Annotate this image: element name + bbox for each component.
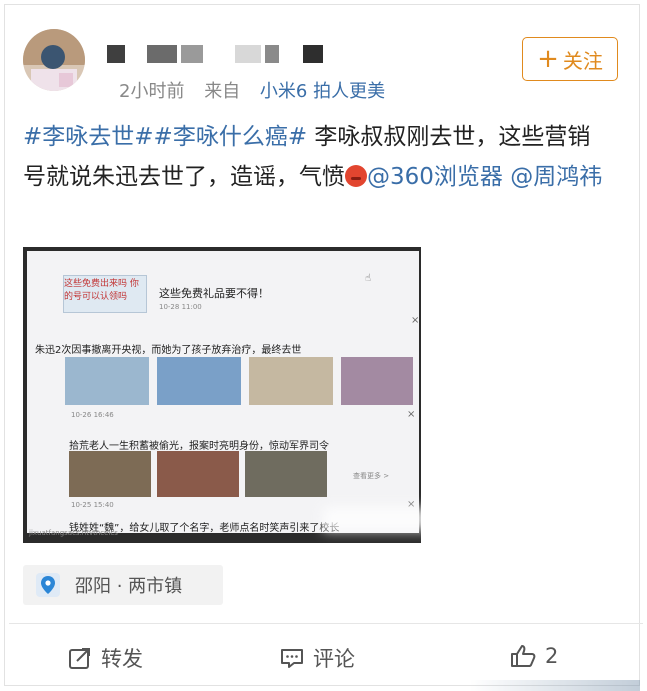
- post-image[interactable]: 这些免费出来吗 你的号可以认领吗 这些免费礼品要不得！ 10-28 11:00 …: [23, 247, 421, 543]
- post-header: 2小时前 来自 小米6 拍人更美 + 关注: [23, 25, 623, 105]
- angry-emoji-icon: [345, 165, 367, 187]
- avatar[interactable]: [23, 29, 85, 91]
- post-text: #李咏去世##李咏什么癌# 李咏叔叔刚去世，这些营销号就说朱迅去世了，造谣，气愤…: [23, 117, 613, 197]
- hashtag-link[interactable]: #李咏去世#: [23, 124, 154, 150]
- like-button[interactable]: 2: [509, 643, 558, 669]
- screen-top-date: 10-28 11:00: [159, 303, 202, 311]
- comment-icon: [281, 649, 303, 668]
- screen-article-date: 10-25 15:40: [71, 501, 114, 509]
- close-icon: ×: [411, 315, 420, 326]
- thumbnail: [249, 357, 333, 405]
- hashtag-link[interactable]: #李咏什么癌#: [154, 124, 308, 150]
- thumbnail: [65, 357, 149, 405]
- screen-article-title: 朱迅2次因事撤离开央视，而她为了孩子放弃治疗，最终去世: [35, 345, 302, 356]
- repost-icon: [69, 648, 90, 669]
- bottom-edge-artifact: [470, 680, 640, 691]
- photographed-screen: 这些免费出来吗 你的号可以认领吗 这些免费礼品要不得！ 10-28 11:00 …: [27, 251, 420, 537]
- action-divider: [9, 623, 643, 624]
- location-pin-icon: [35, 572, 61, 598]
- source-device-link[interactable]: 小米6 拍人更美: [260, 81, 385, 102]
- ad-banner: 这些免费出来吗 你的号可以认领吗: [63, 275, 147, 313]
- post-actions: 转发 评论 2: [9, 635, 643, 683]
- location-tag[interactable]: 邵阳 · 两市镇: [23, 565, 223, 605]
- username-redacted[interactable]: [107, 45, 347, 65]
- follow-button[interactable]: + 关注: [522, 37, 618, 81]
- comment-label: 评论: [313, 647, 355, 671]
- thumbnail: [69, 451, 151, 497]
- comment-button[interactable]: 评论: [279, 643, 355, 673]
- thumbnail: [157, 357, 241, 405]
- post-time: 2小时前: [119, 81, 185, 102]
- mention-link[interactable]: @周鸿祎: [510, 164, 602, 190]
- like-icon: [511, 645, 536, 667]
- thumbnail: [341, 357, 413, 405]
- thumbnail: [245, 451, 327, 497]
- plus-icon: +: [537, 44, 559, 74]
- mention-link[interactable]: @360浏览器: [367, 164, 503, 190]
- screen-top-title: 这些免费礼品要不得！: [159, 287, 269, 300]
- follow-label: 关注: [562, 48, 603, 73]
- screen-footer-url: jixuatfangsacs.htvtncelcs: [29, 529, 118, 537]
- thumbnail: [157, 451, 239, 497]
- cursor-icon: ☝: [365, 273, 372, 284]
- screen-article-title: 拾荒老人一生积蓄被偷光，报案时亮明身份，惊动军界司令: [69, 441, 329, 452]
- close-icon: ×: [407, 409, 416, 420]
- repost-label: 转发: [101, 647, 143, 671]
- like-count: 2: [545, 644, 559, 668]
- repost-button[interactable]: 转发: [67, 643, 143, 673]
- screen-glare: [323, 507, 421, 531]
- source-prefix: 来自: [204, 81, 241, 102]
- location-label: 邵阳 · 两市镇: [75, 576, 183, 597]
- post-meta: 2小时前 来自 小米6 拍人更美: [119, 77, 385, 103]
- screen-article-date: 10-26 16:46: [71, 411, 114, 419]
- screen-more-link: 查看更多 >: [353, 472, 390, 480]
- weibo-post-card: 2小时前 来自 小米6 拍人更美 + 关注 #李咏去世##李咏什么癌# 李咏叔叔…: [4, 4, 643, 686]
